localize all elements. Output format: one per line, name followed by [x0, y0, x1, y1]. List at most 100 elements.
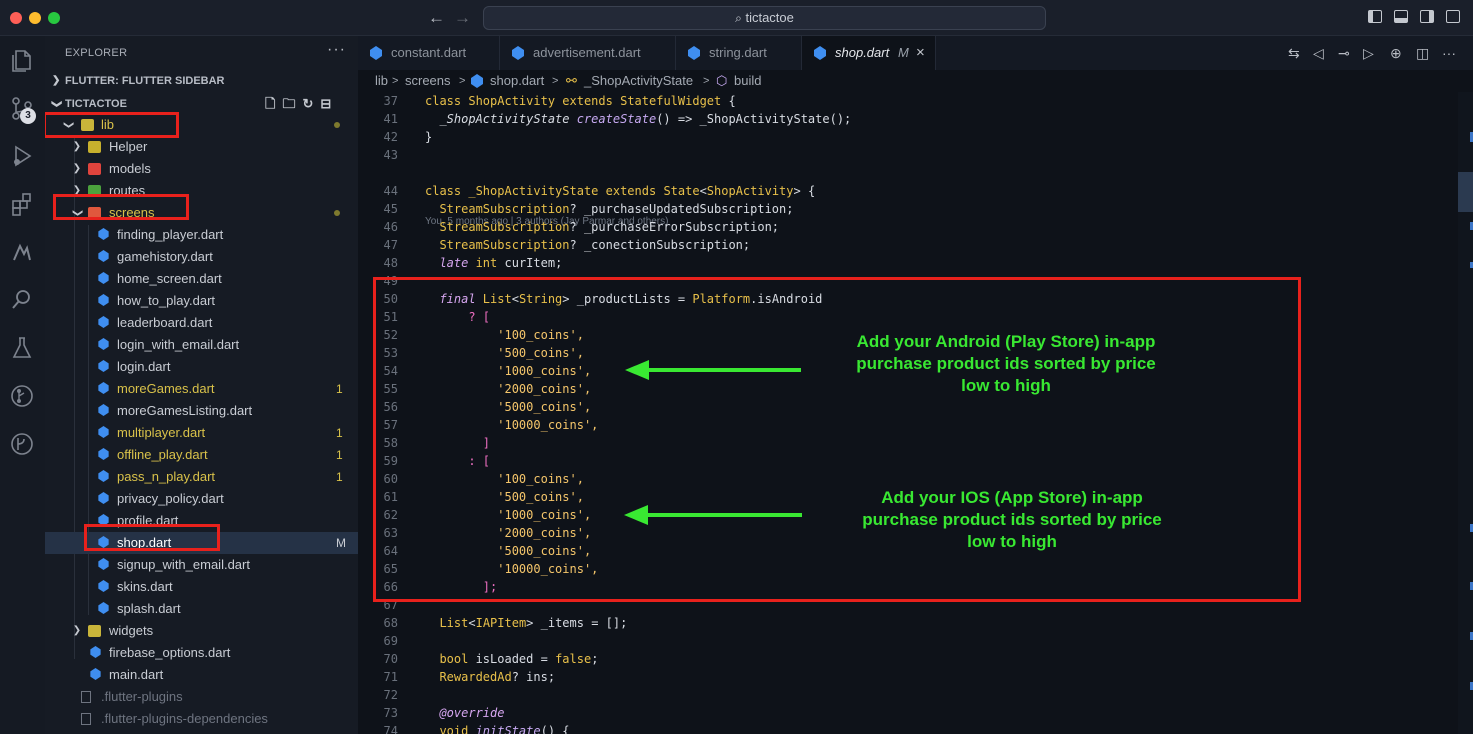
scrollbar-thumb[interactable]: [1458, 172, 1473, 212]
explorer-icon[interactable]: [8, 46, 36, 74]
code-line: }: [425, 128, 432, 146]
editor-tab-bar: constant.dart advertisement.dart string.…: [358, 36, 1473, 70]
folder-icon: [88, 141, 101, 153]
file-status-badge: M: [336, 536, 346, 550]
maximize-window-button[interactable]: [48, 12, 60, 24]
tree-label: .flutter-plugins: [101, 689, 183, 704]
arrow-right-icon[interactable]: →: [454, 8, 471, 28]
command-center-search[interactable]: ⌕ tictactoe: [483, 6, 1046, 30]
tree-file-skins[interactable]: skins.dart: [45, 576, 358, 598]
tree-file-signup-with-email[interactable]: signup_with_email.dart: [45, 554, 358, 576]
breadcrumb-item[interactable]: shop.dart: [490, 70, 544, 92]
breadcrumb-separator: >: [703, 75, 710, 87]
tree-file-home-screen[interactable]: home_screen.dart: [45, 268, 358, 290]
class-symbol-icon: ⚯: [566, 73, 577, 88]
tree-file-moregames[interactable]: moreGames.dart 1: [45, 378, 358, 400]
tree-label: splash.dart: [117, 601, 181, 616]
more-actions-icon[interactable]: ···: [327, 41, 346, 59]
tree-file-login-with-email[interactable]: login_with_email.dart: [45, 334, 358, 356]
close-window-button[interactable]: [10, 12, 22, 24]
tree-file-offline-play[interactable]: offline_play.dart 1: [45, 444, 358, 466]
breadcrumb-item[interactable]: lib: [375, 70, 388, 92]
toggle-secondary-sidebar-icon[interactable]: [1420, 10, 1434, 23]
dart-file-icon: [370, 46, 382, 60]
next-change-icon[interactable]: ▷: [1363, 45, 1374, 62]
breadcrumb-item[interactable]: build: [734, 70, 761, 92]
tree-file-gamehistory[interactable]: gamehistory.dart: [45, 246, 358, 268]
tab-constant-dart[interactable]: constant.dart: [358, 36, 500, 70]
open-changes-icon[interactable]: ⇆: [1288, 45, 1300, 62]
tree-label: privacy_policy.dart: [117, 491, 224, 506]
previous-change-icon[interactable]: ◁: [1313, 45, 1324, 62]
tree-file-login[interactable]: login.dart: [45, 356, 358, 378]
section-flutter-sidebar[interactable]: ❯ FLUTTER: FLUTTER SIDEBAR: [45, 72, 358, 90]
file-icon: [81, 691, 91, 703]
section-tictactoe[interactable]: ❯ TICTACTOE 🗋 🗀 ↻ ⊟: [45, 95, 358, 113]
new-file-icon[interactable]: 🗋: [265, 96, 275, 111]
git-graph-icon[interactable]: [8, 382, 36, 410]
breadcrumb-item[interactable]: screens: [405, 70, 451, 92]
extensions-icon[interactable]: [8, 190, 36, 218]
minimize-window-button[interactable]: [29, 12, 41, 24]
refresh-icon[interactable]: ↻: [302, 96, 313, 111]
new-folder-icon[interactable]: 🗀: [282, 96, 295, 111]
editor-area: constant.dart advertisement.dart string.…: [358, 36, 1473, 734]
search-icon[interactable]: [8, 286, 36, 314]
code-token: late: [425, 256, 476, 270]
tab-string-dart[interactable]: string.dart: [676, 36, 802, 70]
breadcrumb-item[interactable]: _ShopActivityState: [584, 70, 693, 92]
gitlens-inspect-icon[interactable]: ⊕: [1390, 45, 1402, 62]
testing-icon[interactable]: [8, 334, 36, 362]
tree-file-pass-n-play[interactable]: pass_n_play.dart 1: [45, 466, 358, 488]
tree-file-moregameslisting[interactable]: moreGamesListing.dart: [45, 400, 358, 422]
gitlens-icon[interactable]: [8, 430, 36, 458]
dart-file-icon: [512, 46, 524, 60]
commit-icon[interactable]: ⊸: [1338, 45, 1350, 62]
close-tab-icon[interactable]: ×: [916, 36, 925, 70]
tree-file-main[interactable]: main.dart: [45, 664, 358, 686]
code-token: isLoaded =: [468, 652, 556, 666]
tab-shop-dart[interactable]: shop.dart M ×: [802, 36, 936, 70]
workspace-name: tictactoe: [745, 10, 794, 25]
tree-file-flutter-plugins[interactable]: .flutter-plugins: [45, 686, 358, 708]
tree-folder-helper[interactable]: ❯ Helper: [45, 136, 358, 158]
tree-file-flutter-plugins-dependencies[interactable]: .flutter-plugins-dependencies: [45, 708, 358, 730]
tree-file-finding-player[interactable]: finding_player.dart: [45, 224, 358, 246]
code-token: () => _ShopActivityState();: [656, 112, 852, 126]
code-line: List<IAPItem> _items = [];: [425, 614, 627, 632]
code-token: ? ins;: [511, 670, 556, 684]
code-token: extends: [598, 184, 664, 198]
tree-label: skins.dart: [117, 579, 173, 594]
toggle-primary-sidebar-icon[interactable]: [1368, 10, 1382, 23]
line-number: 41: [383, 112, 398, 126]
tree-file-firebase-options[interactable]: firebase_options.dart: [45, 642, 358, 664]
section-actions: 🗋 🗀 ↻ ⊟: [265, 95, 338, 113]
collapse-all-icon[interactable]: ⊟: [320, 96, 331, 111]
more-actions-icon[interactable]: ···: [1442, 45, 1456, 61]
code-line: late int curItem;: [425, 254, 562, 272]
tree-file-privacy-policy[interactable]: privacy_policy.dart: [45, 488, 358, 510]
customize-layout-icon[interactable]: [1446, 10, 1460, 23]
dart-file-icon: [688, 46, 700, 60]
tree-file-splash[interactable]: splash.dart: [45, 598, 358, 620]
tab-advertisement-dart[interactable]: advertisement.dart: [500, 36, 676, 70]
tree-file-multiplayer[interactable]: multiplayer.dart 1: [45, 422, 358, 444]
code-token: State: [663, 184, 700, 198]
title-bar: ← → ⌕ tictactoe: [0, 0, 1473, 36]
split-editor-icon[interactable]: ◫: [1416, 45, 1429, 62]
arrow-left-icon[interactable]: ←: [428, 8, 445, 28]
toggle-panel-icon[interactable]: [1394, 10, 1408, 23]
modified-dot: [334, 210, 340, 216]
highlight-box-lib: [45, 112, 179, 138]
editor-scrollbar[interactable]: [1458, 92, 1473, 734]
tree-label: moreGamesListing.dart: [117, 403, 253, 418]
tree-folder-models[interactable]: ❯ models: [45, 158, 358, 180]
tree-file-how-to-play[interactable]: how_to_play.dart: [45, 290, 358, 312]
tree-folder-widgets[interactable]: ❯ widgets: [45, 620, 358, 642]
chevron-right-icon: ❯: [72, 141, 82, 152]
explorer-sidebar: EXPLORER ··· ❯ FLUTTER: FLUTTER SIDEBAR …: [45, 36, 358, 734]
code-token: StreamSubscription: [425, 238, 570, 252]
flutter-icon[interactable]: [8, 238, 36, 266]
tree-file-leaderboard[interactable]: leaderboard.dart: [45, 312, 358, 334]
run-debug-icon[interactable]: [8, 142, 36, 170]
